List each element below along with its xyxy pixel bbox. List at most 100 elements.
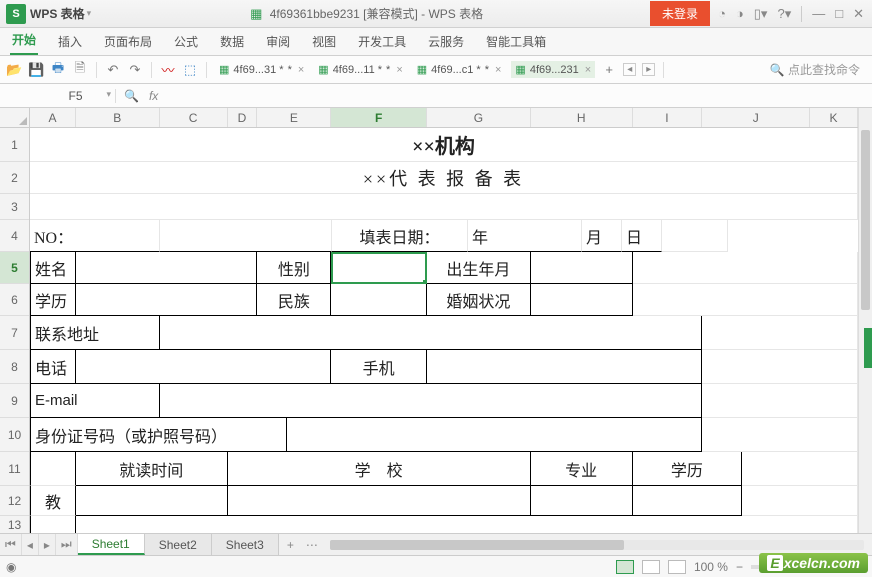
edu-label[interactable]: 学历 — [30, 284, 76, 316]
doc-tab-4[interactable]: ▦4f69...231× — [511, 61, 595, 78]
fill-date-label[interactable]: 填表日期： — [332, 220, 468, 252]
name-box[interactable]: F5 — [36, 89, 116, 103]
empty[interactable] — [76, 516, 858, 533]
empty[interactable] — [742, 452, 858, 486]
mobile-value[interactable] — [427, 350, 702, 384]
close-tab-icon[interactable]: × — [495, 64, 501, 76]
select-all-corner[interactable] — [0, 108, 30, 128]
print-preview-icon[interactable]: 🗎 — [72, 59, 88, 81]
close-tab-icon[interactable]: × — [396, 64, 402, 76]
vertical-scrollbar[interactable] — [858, 108, 872, 533]
col-header-D[interactable]: D — [228, 108, 258, 127]
sync-icon[interactable]: ◑ — [736, 6, 744, 21]
major-label[interactable]: 专业 — [531, 452, 633, 486]
name-value[interactable] — [76, 252, 258, 284]
empty[interactable] — [702, 384, 858, 418]
doc-tab-2[interactable]: ▦4f69...11 **× — [314, 61, 406, 78]
empty[interactable] — [633, 252, 858, 284]
empty[interactable] — [662, 220, 728, 252]
col-header-F[interactable]: F — [331, 108, 427, 127]
empty[interactable] — [742, 486, 858, 516]
major-value[interactable] — [531, 486, 633, 516]
zoom-lens-icon[interactable]: 🔍 — [124, 89, 139, 103]
row-header-7[interactable]: 7 — [0, 316, 29, 350]
idno-label[interactable]: 身份证号码（或护照号码） — [30, 418, 287, 452]
address-value[interactable] — [160, 316, 703, 350]
row-header-10[interactable]: 10 — [0, 418, 29, 452]
doc-tab-3[interactable]: ▦4f69...c1 **× — [413, 61, 506, 78]
menu-formula[interactable]: 公式 — [172, 28, 200, 55]
menu-dev-tools[interactable]: 开发工具 — [356, 28, 408, 55]
undo-icon[interactable]: ↶ — [105, 62, 121, 78]
degree-value[interactable] — [633, 486, 743, 516]
phone-value[interactable] — [76, 350, 331, 384]
scrollbar-thumb[interactable] — [861, 130, 870, 310]
menu-view[interactable]: 视图 — [310, 28, 338, 55]
sheet-tab-3[interactable]: Sheet3 — [212, 534, 279, 555]
edu-section-cont[interactable] — [30, 516, 76, 533]
nation-label[interactable]: 民族 — [257, 284, 331, 316]
email-value[interactable] — [160, 384, 703, 418]
add-sheet-icon[interactable]: + — [279, 538, 302, 552]
empty[interactable] — [702, 350, 858, 384]
login-badge[interactable]: 未登录 — [650, 1, 710, 26]
marital-label[interactable]: 婚姻状况 — [427, 284, 531, 316]
help-icon[interactable]: ?▾ — [777, 6, 791, 22]
gender-value[interactable] — [331, 252, 427, 284]
zoom-level[interactable]: 100 % — [694, 560, 728, 574]
subtitle-cell[interactable]: ××代 表 报 备 表 — [30, 162, 858, 194]
sheet-tab-2[interactable]: Sheet2 — [145, 534, 212, 555]
year-label[interactable]: 年 — [468, 220, 582, 252]
col-header-K[interactable]: K — [810, 108, 858, 127]
row-header-9[interactable]: 9 — [0, 384, 29, 418]
command-search[interactable]: 🔍 点此查找命令 — [770, 61, 866, 78]
col-header-E[interactable]: E — [257, 108, 331, 127]
zoom-out-icon[interactable]: − — [736, 560, 743, 574]
col-header-C[interactable]: C — [160, 108, 228, 127]
phone-label[interactable]: 电话 — [30, 350, 76, 384]
row-header-8[interactable]: 8 — [0, 350, 29, 384]
save-icon[interactable]: 💾 — [28, 62, 44, 78]
no-value[interactable] — [160, 220, 332, 252]
marital-value[interactable] — [531, 284, 633, 316]
add-tab-icon[interactable]: + — [601, 62, 617, 77]
school-value[interactable] — [228, 486, 531, 516]
view-normal-icon[interactable] — [616, 560, 634, 574]
nation-value[interactable] — [331, 284, 427, 316]
edu-section-label[interactable]: 教 — [30, 486, 76, 516]
address-label[interactable]: 联系地址 — [30, 316, 160, 350]
menu-start[interactable]: 开始 — [10, 26, 38, 55]
sheet-nav-last-icon[interactable]: ⏭ — [56, 534, 78, 555]
empty[interactable] — [702, 316, 858, 350]
scrollbar-thumb[interactable] — [330, 540, 624, 550]
close-tab-icon[interactable]: × — [585, 64, 591, 76]
record-icon[interactable]: ◉ — [6, 560, 16, 574]
minimize-icon[interactable]: — — [812, 6, 825, 21]
idno-value[interactable] — [287, 418, 702, 452]
close-icon[interactable]: ✕ — [853, 6, 864, 22]
col-header-A[interactable]: A — [30, 108, 76, 127]
sheet-nav-next-icon[interactable]: ▸ — [39, 534, 56, 555]
cell-grid[interactable]: ××机构××代 表 报 备 表NO：填表日期：年月日姓名性别出生年月学历民族婚姻… — [30, 128, 858, 533]
close-tab-icon[interactable]: × — [298, 64, 304, 76]
sheet-nav-first-icon[interactable]: ⏮ — [0, 534, 22, 555]
edu-value[interactable] — [76, 284, 258, 316]
col-header-G[interactable]: G — [427, 108, 531, 127]
row-header-2[interactable]: 2 — [0, 162, 29, 194]
title-cell[interactable]: ××机构 — [30, 128, 858, 162]
tab-prev-icon[interactable]: ◂ — [623, 63, 636, 76]
name-label[interactable]: 姓名 — [30, 252, 76, 284]
menu-insert[interactable]: 插入 — [56, 28, 84, 55]
menu-cloud[interactable]: 云服务 — [426, 28, 466, 55]
cube-icon[interactable]: ⬚ — [182, 62, 198, 78]
row-header-1[interactable]: 1 — [0, 128, 29, 162]
redo-icon[interactable]: ↷ — [127, 62, 143, 78]
menu-smart-tools[interactable]: 智能工具箱 — [484, 28, 548, 55]
menu-data[interactable]: 数据 — [218, 28, 246, 55]
cloud-icon[interactable]: ◔ — [718, 6, 726, 21]
row-header-3[interactable]: 3 — [0, 194, 29, 220]
tab-next-icon[interactable]: ▸ — [642, 63, 655, 76]
menu-review[interactable]: 审阅 — [264, 28, 292, 55]
email-label[interactable]: E-mail — [30, 384, 160, 418]
school-label[interactable]: 学 校 — [228, 452, 531, 486]
